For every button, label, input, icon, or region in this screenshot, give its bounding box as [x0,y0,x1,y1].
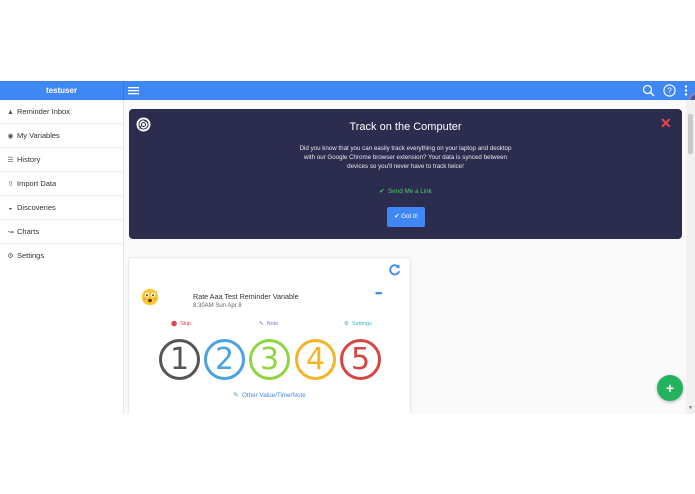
scrollbar[interactable]: ▼ [686,100,695,414]
plus-icon: + [665,380,675,396]
note-label: Note [266,321,279,327]
svg-text:?: ? [667,86,672,95]
check-icon: ✔ [379,188,385,195]
main-content: Track on the Computer ✕ Did you know tha… [124,100,686,414]
sidebar-item-label: Import Data [17,179,57,188]
sidebar-item-label: History [17,155,41,164]
more-vert-icon[interactable] [683,84,689,97]
rating-button-1[interactable]: 1 [159,339,200,380]
search-icon[interactable] [642,84,655,97]
rating-button-3[interactable]: 3 [249,339,290,380]
add-button[interactable]: + [657,375,683,401]
rating-button-2[interactable]: 2 [204,339,245,380]
sidebar-item-history[interactable]: ☰ History [0,148,124,172]
got-it-label: Got it! [401,213,418,220]
settings-label: Settings [352,321,372,327]
chrome-extension-promo: Track on the Computer ✕ Did you know tha… [129,109,682,239]
sidebar-item-label: My Variables [17,131,60,140]
sidebar-item-reminder-inbox[interactable]: ▲ Reminder Inbox [0,100,124,124]
scroll-down-arrow-icon[interactable]: ▼ [688,405,693,411]
help-icon[interactable]: ? [663,84,676,97]
pencil-icon: ✎ [259,321,264,327]
got-it-button[interactable]: ✔ Got it! [387,207,425,227]
menu-icon[interactable] [128,85,139,96]
sidebar-item-settings[interactable]: ⚙ Settings [0,244,124,268]
refresh-icon[interactable] [388,263,401,276]
reminder-time: 8:30AM Sun Apr 8 [193,303,242,309]
sidebar: ▲ Reminder Inbox ◉ My Variables ☰ History ⇧… [0,100,124,414]
check-icon: ✔ [394,213,400,220]
user-name: testuser [0,81,124,100]
other-value-button[interactable]: ✎ Other Value/Time/Note [129,392,410,399]
inbox-icon: ▲ [7,109,14,116]
skip-label: Skip [180,321,191,327]
settings-icon: ⚙ [7,253,14,260]
sidebar-item-label: Settings [17,251,45,260]
skip-button[interactable]: ⬤ Skip [171,321,191,327]
sidebar-item-import-data[interactable]: ⇧ Import Data [0,172,124,196]
sidebar-item-discoveries[interactable]: ◒ Discoveries [0,196,124,220]
reminder-title: Rate Aaa Test Reminder Variable [193,292,299,301]
sidebar-item-label: Reminder Inbox [17,107,70,116]
rating-button-4[interactable]: 4 [295,339,336,380]
send-link-label: Send Me a Link [388,188,432,195]
note-button[interactable]: ✎ Note [259,321,278,327]
sidebar-item-label: Discoveries [17,203,56,212]
settings-icon: ⚙ [344,321,349,327]
sidebar-item-charts[interactable]: ↝ Charts [0,220,124,244]
import-icon: ⇧ [7,181,14,188]
chart-icon: ↝ [7,229,14,236]
close-icon[interactable]: ✕ [660,116,672,130]
reminder-settings-button[interactable]: ⚙ Settings [344,321,372,327]
rating-button-5[interactable]: 5 [340,339,381,380]
top-bar: testuser ? [0,81,695,112]
emoji-icon [141,288,159,306]
promo-description: Did you know that you can easily track e… [299,145,512,170]
variables-icon: ◉ [7,133,14,140]
sidebar-item-label: Charts [17,227,40,236]
more-options-button[interactable]: ••• [375,288,383,298]
history-icon: ☰ [7,157,14,164]
send-link-button[interactable]: ✔ Send Me a Link [129,188,682,195]
pencil-icon: ✎ [233,392,239,399]
skip-icon: ⬤ [171,321,178,327]
promo-title: Track on the Computer [349,121,462,133]
app-window: testuser ? ▲ Reminder Inbox ◉ My Variables… [0,81,695,414]
reminder-card: Rate Aaa Test Reminder Variable 8:30AM S… [129,258,410,414]
scrollbar-thumb[interactable] [688,114,693,154]
discoveries-icon: ◒ [8,205,13,212]
sidebar-item-my-variables[interactable]: ◉ My Variables [0,124,124,148]
other-value-label: Other Value/Time/Note [242,392,306,399]
